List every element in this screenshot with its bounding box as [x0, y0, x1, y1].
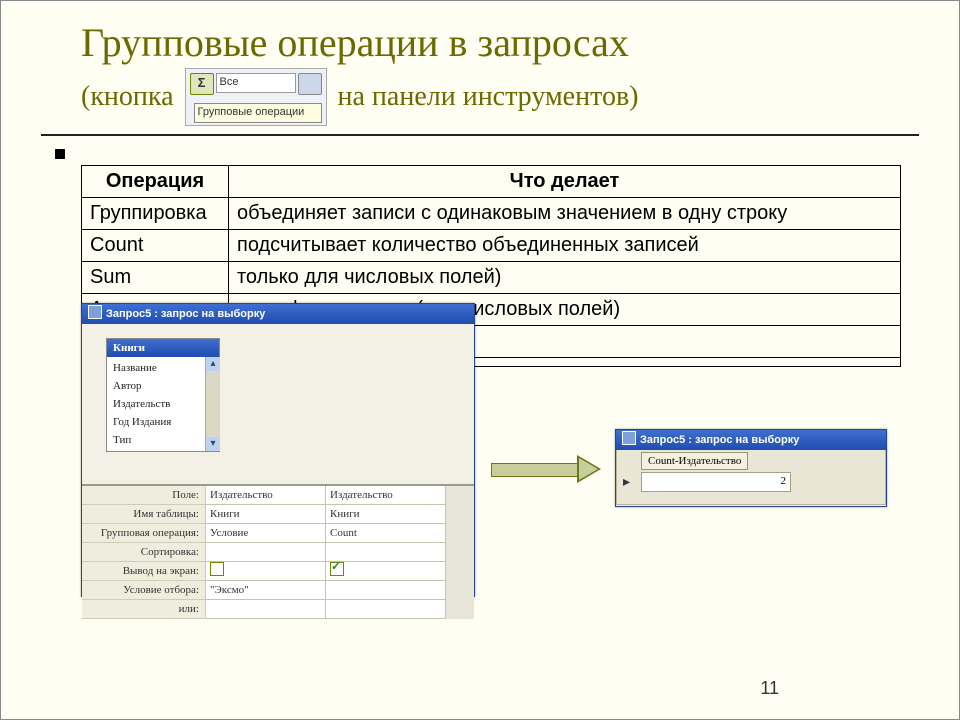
slide-subtitle: (кнопка Σ Все Групповые операции на пане…: [81, 68, 919, 126]
field-item[interactable]: Тип: [111, 431, 215, 449]
window-title: Запрос5 : запрос на выборку: [82, 304, 474, 324]
grid-cell[interactable]: Издательство: [326, 486, 446, 505]
query-result-window: Запрос5 : запрос на выборку Count-Издате…: [615, 429, 887, 507]
query-designer-window: Запрос5 : запрос на выборку Книги Назван…: [81, 303, 475, 597]
grid-cell[interactable]: [326, 543, 446, 562]
row-label: или:: [82, 600, 206, 619]
grid-cell-show[interactable]: [206, 562, 326, 581]
result-value[interactable]: 2: [641, 472, 791, 492]
table-box-title: Книги: [107, 339, 219, 357]
field-item[interactable]: Издательств: [111, 395, 215, 413]
grid-cell[interactable]: [326, 581, 446, 600]
grid-cell[interactable]: Издательство: [206, 486, 326, 505]
design-grid: Поле: Издательство Издательство Имя табл…: [82, 486, 474, 619]
checkbox-icon[interactable]: [210, 562, 224, 576]
grid-cell-show[interactable]: [326, 562, 446, 581]
toolbar-tooltip: Групповые операции: [194, 103, 322, 123]
field-item[interactable]: Год Издания: [111, 413, 215, 431]
row-label: Сортировка:: [82, 543, 206, 562]
page-number: 11: [760, 678, 779, 699]
table-row: Sumтолько для числовых полей): [82, 262, 901, 294]
row-label: Групповая операция:: [82, 524, 206, 543]
designer-upper-pane: Книги Название Автор Издательств Год Изд…: [82, 324, 474, 484]
title-area: Групповые операции в запросах (кнопка Σ …: [1, 1, 959, 130]
table-row: Группировкаобъединяет записи с одинаковы…: [82, 198, 901, 230]
row-label: Имя таблицы:: [82, 505, 206, 524]
row-marker-icon: ▸: [623, 474, 630, 488]
checkbox-checked-icon[interactable]: [330, 562, 344, 576]
window-title: Запрос5 : запрос на выборку: [616, 430, 886, 450]
table-row: Countподсчитывает количество объединенны…: [82, 230, 901, 262]
scroll-down-icon[interactable]: ▾: [206, 437, 220, 451]
field-item[interactable]: Автор: [111, 377, 215, 395]
grid-cell[interactable]: [206, 543, 326, 562]
sigma-button[interactable]: Σ: [190, 73, 214, 95]
col-header-op: Операция: [82, 166, 229, 198]
toolbar-icon[interactable]: [298, 73, 322, 95]
table-box[interactable]: Книги Название Автор Издательств Год Изд…: [106, 338, 220, 452]
toolbar-snippet: Σ Все Групповые операции: [185, 68, 327, 126]
result-body: Count-Издательство ▸ 2: [616, 450, 886, 505]
result-column-header[interactable]: Count-Издательство: [641, 452, 748, 470]
title-underline: [41, 134, 919, 136]
grid-cell[interactable]: Условие: [206, 524, 326, 543]
grid-cell[interactable]: Count: [326, 524, 446, 543]
grid-cell[interactable]: Книги: [206, 505, 326, 524]
grid-cell[interactable]: "Эксмо": [206, 581, 326, 600]
table-field-list[interactable]: Название Автор Издательств Год Издания Т…: [107, 357, 219, 451]
row-label: Условие отбора:: [82, 581, 206, 600]
scroll-up-icon[interactable]: ▴: [206, 357, 220, 371]
row-label: Вывод на экран:: [82, 562, 206, 581]
table-header-row: Операция Что делает: [82, 166, 901, 198]
grid-cell[interactable]: [206, 600, 326, 619]
slide-title: Групповые операции в запросах: [81, 19, 919, 66]
col-header-desc: Что делает: [229, 166, 901, 198]
field-item[interactable]: Название: [111, 359, 215, 377]
bullet-icon: [55, 149, 65, 159]
slide: Групповые операции в запросах (кнопка Σ …: [0, 0, 960, 720]
grid-cell[interactable]: [326, 600, 446, 619]
row-label: Поле:: [82, 486, 206, 505]
grid-cell[interactable]: Книги: [326, 505, 446, 524]
scrollbar[interactable]: ▴ ▾: [205, 357, 220, 451]
toolbar-dropdown[interactable]: Все: [216, 73, 296, 93]
arrow-icon: [491, 455, 601, 483]
